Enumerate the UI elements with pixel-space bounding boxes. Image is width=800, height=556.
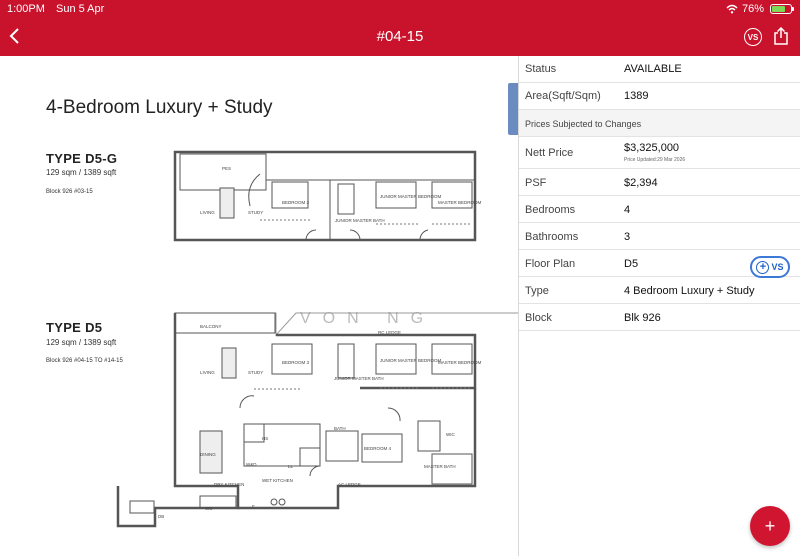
- detail-value: $2,394: [624, 177, 658, 189]
- battery-icon: [770, 4, 794, 14]
- room-label: WIC: [446, 432, 455, 437]
- room-label: BEDROOM 3: [282, 200, 310, 205]
- room-label: AC LEDGE: [338, 482, 361, 487]
- detail-value: AVAILABLE: [624, 63, 682, 75]
- detail-value: 3: [624, 231, 631, 243]
- detail-value: 1389: [624, 90, 649, 102]
- room-label: JUNIOR MASTER BEDROOM: [380, 194, 442, 199]
- price-notice-text: Prices Subjected to Changes: [525, 119, 642, 129]
- status-indicators: 76%: [726, 3, 794, 15]
- room-label: BEDROOM 3: [282, 360, 310, 365]
- room-label: MASTER BATH: [424, 464, 456, 469]
- status-date: Sun 5 Apr: [55, 3, 105, 15]
- price-updated-note: Price Updated:29 Mar 2026: [624, 157, 686, 163]
- room-label: LL: [288, 464, 294, 469]
- detail-key: Bedrooms: [525, 204, 576, 216]
- detail-key: Area(Sqft/Sqm): [525, 90, 601, 102]
- plus-circle-icon: +: [756, 260, 770, 274]
- detail-row-status: Status AVAILABLE: [519, 56, 800, 83]
- room-label: BEDROOM 4: [364, 446, 392, 451]
- detail-key: Type: [525, 285, 549, 297]
- room-label: F: [252, 504, 255, 509]
- detail-key: Block: [525, 312, 552, 324]
- share-icon[interactable]: [773, 27, 789, 45]
- room-label: JUNIOR MASTER BEDROOM: [380, 358, 442, 363]
- room-label: BALCONY: [200, 324, 222, 329]
- room-label: JUNIOR MASTER BATH: [334, 376, 384, 381]
- compare-label: VS: [771, 262, 784, 272]
- unit-details-panel: Status AVAILABLE Area(Sqft/Sqm) 1389 Pri…: [519, 56, 800, 556]
- battery-percent: 76%: [741, 3, 764, 15]
- room-label: MASTER BEDROOM: [438, 360, 482, 365]
- room-label: STUDY: [248, 370, 263, 375]
- add-fab-button[interactable]: +: [750, 506, 790, 546]
- detail-key: Floor Plan: [525, 258, 576, 270]
- detail-key: PSF: [525, 177, 547, 189]
- compare-vs-button[interactable]: VS: [744, 28, 762, 46]
- room-label: W&D: [246, 462, 257, 467]
- detail-row-price: Nett Price $3,325,000 Price Updated:29 M…: [519, 137, 800, 169]
- app-header: 1:00PM Sun 5 Apr 76% #04-15 VS: [0, 0, 800, 56]
- status-time: 1:00PM: [7, 3, 45, 15]
- detail-row-type: Type 4 Bedroom Luxury + Study: [519, 277, 800, 304]
- detail-row-area: Area(Sqft/Sqm) 1389: [519, 83, 800, 110]
- room-label: DINING: [200, 452, 216, 457]
- room-label: WET KITCHEN: [262, 478, 293, 483]
- floor-plan-panel[interactable]: 4-Bedroom Luxury + Study TYPE D5-G 129 s…: [0, 56, 518, 556]
- detail-key: Bathrooms: [525, 231, 579, 243]
- room-label: RC LEDGE: [378, 330, 401, 335]
- panel-toggle-tab[interactable]: [508, 83, 518, 135]
- room-label: LIVING: [200, 370, 215, 375]
- detail-value: D5: [624, 258, 639, 270]
- detail-key: Nett Price: [525, 147, 574, 159]
- detail-row-bathrooms: Bathrooms 3: [519, 223, 800, 250]
- room-label: WC: [205, 506, 213, 511]
- room-label: JUNIOR MASTER BATH: [335, 218, 385, 223]
- room-label: DRY KITCHEN: [214, 482, 244, 487]
- page-title: #04-15: [376, 28, 424, 45]
- detail-value: 4: [624, 204, 631, 216]
- detail-value: Blk 926: [624, 312, 661, 324]
- room-label: DB: [158, 514, 164, 519]
- price-notice: Prices Subjected to Changes: [519, 110, 800, 137]
- status-time-date: 1:00PM Sun 5 Apr: [7, 3, 104, 15]
- floor-plan-drawing: PES LIVING STUDY BEDROOM 3 JUNIOR MASTER…: [116, 150, 518, 528]
- detail-row-psf: PSF $2,394: [519, 169, 800, 196]
- room-label: MASTER BEDROOM: [438, 200, 482, 205]
- nett-price-value: $3,325,000: [624, 142, 680, 154]
- wifi-icon: [726, 4, 738, 14]
- detail-value: 4 Bedroom Luxury + Study: [624, 285, 755, 297]
- detail-key: Status: [525, 63, 557, 75]
- detail-row-bedrooms: Bedrooms 4: [519, 196, 800, 223]
- add-to-compare-button[interactable]: + VS: [750, 256, 790, 278]
- detail-row-block: Block Blk 926: [519, 304, 800, 331]
- room-label: STUDY: [248, 210, 263, 215]
- room-label: LIVING: [200, 210, 215, 215]
- room-label: HS: [262, 436, 268, 441]
- room-label: PES: [222, 166, 231, 171]
- room-label: BATH: [334, 426, 346, 431]
